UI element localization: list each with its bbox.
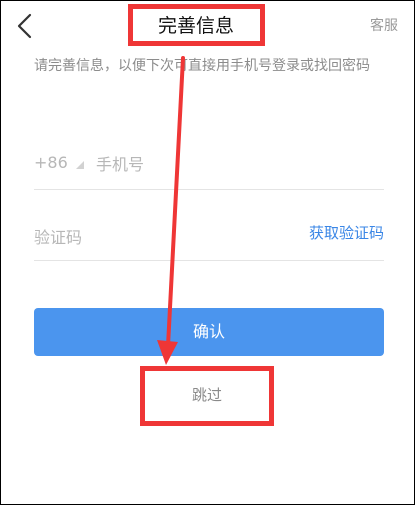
phone-row: +86: [34, 149, 384, 190]
customer-service-button[interactable]: 客服: [370, 15, 398, 35]
caret-down-icon[interactable]: [76, 161, 84, 169]
info-description: 请完善信息，以便下次可直接用手机号登录或找回密码: [34, 58, 370, 74]
verification-code-input[interactable]: [34, 222, 264, 252]
screen-frame: 完善信息 客服 请完善信息，以便下次可直接用手机号登录或找回密码 +86 获取验…: [0, 0, 415, 505]
country-code-selector[interactable]: +86: [34, 153, 68, 172]
skip-button[interactable]: 跳过: [141, 368, 273, 424]
verification-row: 获取验证码: [34, 220, 384, 261]
chevron-left-icon[interactable]: [15, 13, 35, 39]
get-code-button[interactable]: 获取验证码: [309, 222, 384, 243]
confirm-button[interactable]: 确认: [34, 308, 384, 356]
phone-input[interactable]: [96, 149, 376, 179]
page-title: 完善信息: [157, 15, 234, 37]
